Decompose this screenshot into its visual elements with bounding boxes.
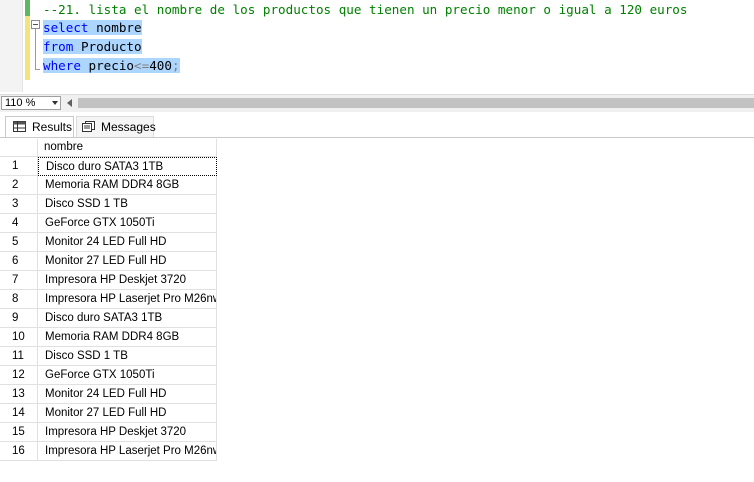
- tab-results[interactable]: Results: [5, 116, 74, 138]
- row-number[interactable]: 16: [0, 442, 38, 461]
- row-number[interactable]: 11: [0, 347, 38, 366]
- cell-nombre[interactable]: Monitor 27 LED Full HD: [38, 252, 217, 271]
- results-tab-strip: Results Messages: [0, 112, 754, 138]
- table-row[interactable]: 15 Impresora HP Deskjet 3720: [0, 423, 217, 442]
- cell-nombre[interactable]: Impresora HP Deskjet 3720: [38, 271, 217, 290]
- tab-messages[interactable]: Messages: [76, 116, 156, 138]
- sql-table-producto: Producto: [80, 39, 142, 54]
- fold-guide-end: [35, 69, 40, 70]
- query-editor[interactable]: --21. lista el nombre de los productos q…: [0, 0, 754, 92]
- cell-nombre[interactable]: Monitor 24 LED Full HD: [38, 233, 217, 252]
- table-row[interactable]: 7 Impresora HP Deskjet 3720: [0, 271, 217, 290]
- cell-nombre[interactable]: Impresora HP Laserjet Pro M26nw: [38, 442, 217, 461]
- sql-keyword-from: from: [43, 39, 74, 54]
- messages-icon: [82, 121, 95, 132]
- row-number[interactable]: 6: [0, 252, 38, 271]
- cell-nombre[interactable]: Monitor 27 LED Full HD: [38, 404, 217, 423]
- editor-gutter: [0, 0, 23, 92]
- table-row[interactable]: 8 Impresora HP Laserjet Pro M26nw: [0, 290, 217, 309]
- row-number[interactable]: 8: [0, 290, 38, 309]
- cell-nombre[interactable]: Impresora HP Laserjet Pro M26nw: [38, 290, 217, 309]
- zoom-value: 110 %: [5, 97, 36, 109]
- fold-guide-line: [35, 29, 36, 69]
- table-row[interactable]: 2 Memoria RAM DDR4 8GB: [0, 176, 217, 195]
- code-line-comment: --21. lista el nombre de los productos q…: [43, 0, 687, 19]
- sql-terminator: ;: [171, 58, 180, 73]
- tab-results-label: Results: [32, 120, 73, 134]
- collapse-region-icon[interactable]: [31, 20, 40, 29]
- table-row[interactable]: 13 Monitor 24 LED Full HD: [0, 385, 217, 404]
- cell-nombre[interactable]: Monitor 24 LED Full HD: [38, 385, 217, 404]
- row-number[interactable]: 1: [0, 157, 38, 176]
- row-number[interactable]: 3: [0, 195, 38, 214]
- table-row[interactable]: 4 GeForce GTX 1050Ti: [0, 214, 217, 233]
- tab-messages-label: Messages: [101, 120, 156, 134]
- sql-keyword-where: where: [43, 58, 81, 73]
- table-row[interactable]: 1 Disco duro SATA3 1TB: [0, 157, 217, 176]
- zoom-select[interactable]: 110 %: [1, 96, 61, 110]
- sql-column-nombre: nombre: [96, 20, 142, 35]
- code-line-where: where precio<=400;: [43, 56, 180, 75]
- table-row[interactable]: 3 Disco SSD 1 TB: [0, 195, 217, 214]
- row-number[interactable]: 14: [0, 404, 38, 423]
- grid-corner-cell[interactable]: [0, 139, 38, 157]
- code-line-select: select nombre: [43, 18, 142, 37]
- table-row[interactable]: 11 Disco SSD 1 TB: [0, 347, 217, 366]
- table-row[interactable]: 9 Disco duro SATA3 1TB: [0, 309, 217, 328]
- tab-strip-divider: [0, 137, 754, 138]
- row-number[interactable]: 15: [0, 423, 38, 442]
- table-row[interactable]: 5 Monitor 24 LED Full HD: [0, 233, 217, 252]
- cell-nombre[interactable]: Disco SSD 1 TB: [38, 347, 217, 366]
- cell-nombre[interactable]: GeForce GTX 1050Ti: [38, 214, 217, 233]
- horizontal-scrollbar[interactable]: [78, 98, 754, 108]
- cell-nombre[interactable]: Disco SSD 1 TB: [38, 195, 217, 214]
- sql-keyword-select: select: [43, 20, 89, 35]
- row-number[interactable]: 10: [0, 328, 38, 347]
- row-number[interactable]: 2: [0, 176, 38, 195]
- scroll-left-arrow-icon[interactable]: [67, 99, 72, 107]
- row-number[interactable]: 4: [0, 214, 38, 233]
- cell-nombre[interactable]: Impresora HP Deskjet 3720: [38, 423, 217, 442]
- table-row[interactable]: 6 Monitor 27 LED Full HD: [0, 252, 217, 271]
- table-row[interactable]: 16 Impresora HP Laserjet Pro M26nw: [0, 442, 217, 461]
- saved-lines-marker: [25, 0, 30, 16]
- row-number[interactable]: 12: [0, 366, 38, 385]
- code-line-from: from Producto: [43, 37, 142, 56]
- cell-nombre[interactable]: Memoria RAM DDR4 8GB: [38, 328, 217, 347]
- cell-nombre[interactable]: Disco duro SATA3 1TB: [38, 309, 217, 328]
- row-number[interactable]: 9: [0, 309, 38, 328]
- row-number[interactable]: 7: [0, 271, 38, 290]
- results-grid[interactable]: nombre 1 Disco duro SATA3 1TB 2 Memoria RAM…: [0, 139, 754, 482]
- sql-comment: --21. lista el nombre de los productos q…: [43, 2, 688, 17]
- sql-operator: <=: [134, 58, 150, 73]
- cell-nombre[interactable]: GeForce GTX 1050Ti: [38, 366, 217, 385]
- sql-value: 400: [149, 58, 172, 73]
- table-row[interactable]: 12 GeForce GTX 1050Ti: [0, 366, 217, 385]
- column-header-nombre[interactable]: nombre: [38, 139, 217, 157]
- row-number[interactable]: 13: [0, 385, 38, 404]
- zoom-bar: 110 %: [0, 94, 754, 112]
- grid-header: nombre: [0, 139, 217, 157]
- chevron-down-icon[interactable]: [52, 101, 58, 105]
- table-row[interactable]: 14 Monitor 27 LED Full HD: [0, 404, 217, 423]
- sql-column-precio: precio: [88, 58, 135, 73]
- table-row[interactable]: 10 Memoria RAM DDR4 8GB: [0, 328, 217, 347]
- cell-nombre[interactable]: Disco duro SATA3 1TB: [38, 157, 217, 176]
- grid-icon: [13, 121, 26, 132]
- row-number[interactable]: 5: [0, 233, 38, 252]
- cell-nombre[interactable]: Memoria RAM DDR4 8GB: [38, 176, 217, 195]
